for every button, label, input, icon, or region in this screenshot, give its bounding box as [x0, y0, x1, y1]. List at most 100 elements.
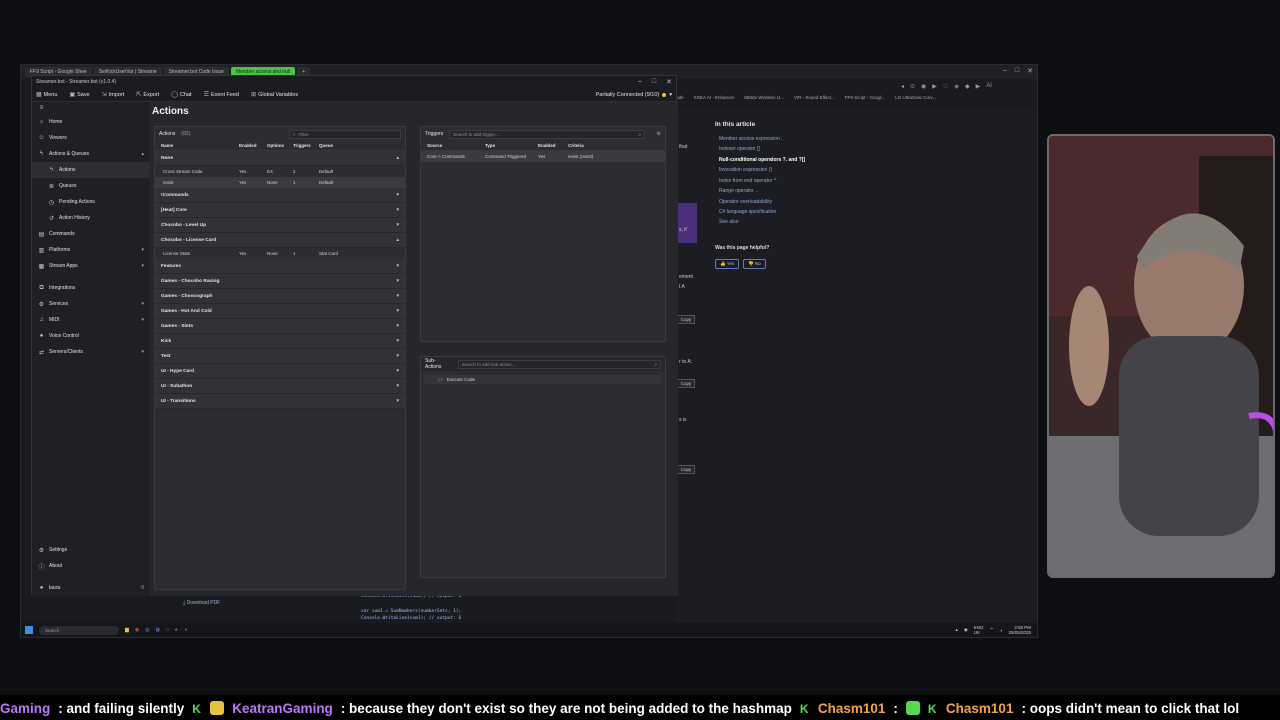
sidebar-item-viewers[interactable]: ☺ Viewers [32, 130, 150, 146]
action-group[interactable]: Games - Chocobo Racing ▾ [155, 274, 405, 289]
bookmark[interactable]: 8Bitdo Wireless U... [744, 95, 784, 100]
steam-icon[interactable]: ◑ [184, 627, 187, 633]
action-group[interactable]: !Commands ▾ [155, 188, 405, 203]
sidebar-item-stream-apps[interactable]: ▦ Stream Apps ▾ [32, 258, 150, 274]
action-group[interactable]: Games - Choocograph ▾ [155, 289, 405, 304]
action-group[interactable]: UI - Hype Card ▾ [155, 364, 405, 379]
action-group[interactable]: Test ▾ [155, 349, 405, 364]
sidebar-item-integrations[interactable]: ⧉ Integrations [32, 280, 150, 296]
action-group[interactable]: Games - Slots ▾ [155, 319, 405, 334]
minimize-icon[interactable]: – [638, 78, 642, 86]
sidebar-item-actions[interactable]: ϟ Actions [32, 162, 150, 178]
action-group[interactable]: Features ▾ [155, 259, 405, 274]
bookmark[interactable]: VIR - Sound Effect... [794, 95, 835, 100]
volume-icon[interactable]: ◖ [1000, 628, 1003, 633]
action-group[interactable]: UI - Subathon ▾ [155, 379, 405, 394]
action-group[interactable]: Games - Hot And Cold ▾ [155, 304, 405, 319]
extension-icon[interactable]: ◂ [901, 83, 904, 90]
app-icon[interactable]: ◉ [135, 627, 139, 633]
article-link-active[interactable]: Null-conditional operators ?. and ?[] [719, 157, 805, 163]
extension-icon[interactable]: ⊙ [910, 83, 915, 90]
column-name[interactable]: Name [161, 143, 239, 148]
column-queue[interactable]: Queue [319, 143, 349, 148]
import-button[interactable]: ⇲ Import [102, 91, 125, 99]
action-group[interactable]: Kick ▾ [155, 334, 405, 349]
column-type[interactable]: Type [485, 143, 538, 148]
sidebar-item-commands[interactable]: ▤ Commands [32, 226, 150, 242]
chevron-up-icon[interactable]: ▴ [956, 627, 958, 633]
sidebar-item-settings[interactable]: ⚙ Settings [32, 542, 150, 558]
minimize-icon[interactable]: – [1003, 67, 1007, 75]
subaction-search-input[interactable]: Search to add sub-action... ⌕ [457, 359, 661, 369]
article-link[interactable]: Indexer operator [] [719, 146, 760, 152]
article-link[interactable]: Invocation expression () [719, 167, 772, 173]
column-enabled[interactable]: Enabled [538, 143, 568, 148]
column-options[interactable]: Options [267, 143, 293, 148]
clock[interactable]: 3:58 PM 25/05/2025 [1008, 625, 1031, 635]
action-group[interactable]: UI - Transitions ▾ [155, 394, 405, 409]
action-group[interactable]: Chocobo - Level Up ▾ [155, 218, 405, 233]
trigger-row[interactable]: Core > Commands Command Triggered Yes !e… [421, 151, 665, 162]
settings-icon[interactable]: ⚙ [657, 131, 661, 137]
close-icon[interactable]: ✕ [666, 78, 672, 86]
app-icon[interactable]: ◐ [175, 627, 178, 633]
play-icon[interactable]: ▶ [976, 83, 981, 90]
no-button[interactable]: 👎 No [743, 259, 766, 269]
action-row-selected[interactable]: !exist Yes None 1 Default [155, 177, 405, 188]
article-link[interactable]: C# language specification [719, 209, 776, 215]
trigger-search-input[interactable]: Search to add trigger... ⌕ [449, 129, 646, 139]
extension-icon[interactable]: ◆ [965, 83, 970, 90]
action-row[interactable]: Cross Stream Code Yes EX 2 Default [155, 166, 405, 177]
close-icon[interactable]: ✕ [1027, 67, 1033, 75]
save-button[interactable]: ▣ Save [69, 91, 89, 99]
play-icon[interactable]: ▶ [932, 83, 937, 90]
action-row[interactable]: License Stats Yes None 1 Stat Card [155, 248, 405, 259]
maximize-icon[interactable]: □ [1015, 67, 1019, 75]
export-button[interactable]: ⇱ Export [136, 91, 159, 99]
copy-button[interactable]: Copy [677, 465, 695, 474]
action-group[interactable]: None ▴ [155, 151, 405, 166]
maximize-icon[interactable]: □ [652, 78, 656, 86]
sidebar-item-actions-queues[interactable]: ϟ Actions & Queues ▴ [32, 146, 150, 162]
heart-icon[interactable]: ♡ [943, 83, 948, 90]
event-feed-button[interactable]: ☰ Event Feed [204, 91, 240, 99]
yes-button[interactable]: 👍 Yes [715, 259, 740, 269]
app-tray-icon[interactable]: ◉ [964, 627, 968, 633]
download-pdf-link[interactable]: ⤓ Download PDF [183, 600, 220, 606]
sidebar-toggle[interactable]: ≡ [32, 102, 150, 114]
sidebar-item-platforms[interactable]: ▥ Platforms ▾ [32, 242, 150, 258]
column-source[interactable]: Source [427, 143, 485, 148]
article-link[interactable]: Member access expression . [719, 136, 783, 142]
article-link[interactable]: Operator overloadability [719, 199, 772, 205]
file-explorer-icon[interactable]: ▆ [125, 627, 129, 633]
discord-icon[interactable]: ◍ [156, 627, 160, 633]
article-link[interactable]: Range operator .. [719, 188, 758, 194]
connection-status[interactable]: Partially Connected (9/10) ▾ [596, 92, 672, 98]
sidebar-item-midi[interactable]: ♫ MIDI ▾ [32, 312, 150, 328]
sidebar-item-about[interactable]: ⓘ About [32, 558, 150, 574]
sidebar-item-servers-clients[interactable]: ⇄ Servers/Clients ▾ [32, 344, 150, 360]
chat-button[interactable]: ◯ Chat [171, 91, 191, 99]
article-link[interactable]: See also [719, 219, 738, 225]
user-profile[interactable]: ● laura 0 [32, 580, 150, 596]
windows-start-icon[interactable] [25, 626, 33, 634]
bookmark[interactable]: FF9 Script - Googl... [845, 95, 886, 100]
sidebar-item-services[interactable]: ⚙ Services ▾ [32, 296, 150, 312]
sidebar-item-queues[interactable]: ≣ Queues [32, 178, 150, 194]
column-triggers[interactable]: Triggers [293, 143, 319, 148]
wifi-icon[interactable]: ⌔ [990, 627, 994, 633]
copy-button[interactable]: Copy [677, 379, 695, 388]
taskbar-search[interactable]: Search [39, 625, 119, 635]
sidebar-item-home[interactable]: ⌂ Home [32, 114, 150, 130]
chrome-icon[interactable]: ◎ [145, 627, 149, 633]
extension-icon[interactable]: ◈ [954, 83, 959, 90]
subaction-item[interactable]: ▭ Execute Code [424, 375, 662, 384]
language-indicator[interactable]: ENG UK [974, 625, 984, 635]
article-link[interactable]: Index from end operator ^ [719, 178, 776, 184]
obs-icon[interactable]: ◌ [166, 627, 169, 633]
action-group[interactable]: Chocobo - License Card ▴ [155, 233, 405, 248]
column-enabled[interactable]: Enabled [239, 143, 267, 148]
sidebar-item-action-history[interactable]: ↺ Action History [32, 210, 150, 226]
bookmark[interactable]: LG UltraGear Curv... [895, 95, 936, 100]
extension-icon[interactable]: ◉ [921, 83, 926, 90]
